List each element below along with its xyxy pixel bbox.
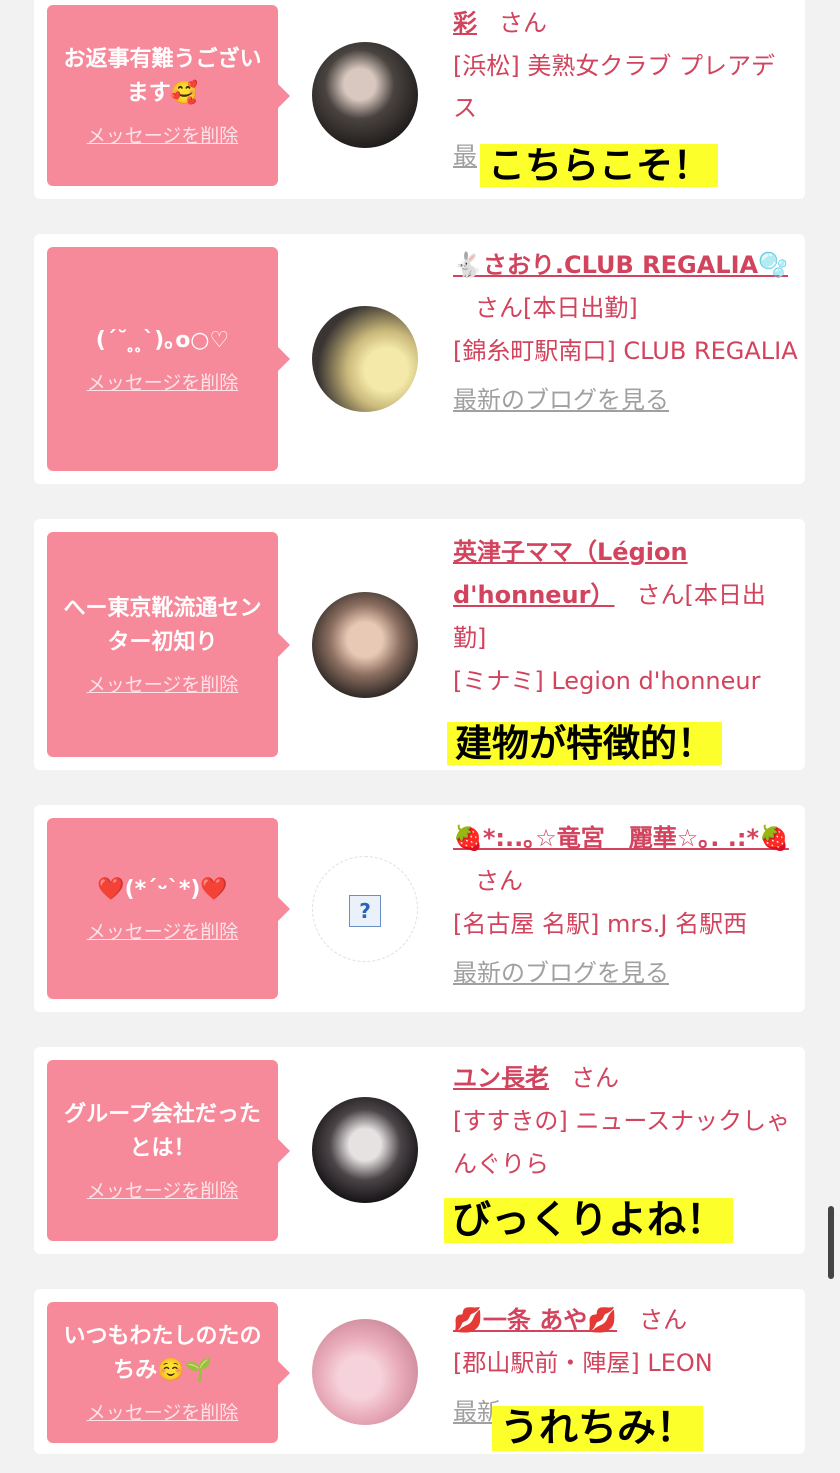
message-card: ❤️(*ˊᵕˋ*)❤️ メッセージを削除 ? 🍓*:..｡☆竜宮 麗華☆｡. .… — [34, 805, 805, 1012]
delete-message-link[interactable]: メッセージを削除 — [87, 368, 239, 395]
avatar[interactable] — [312, 592, 418, 698]
delete-message-link[interactable]: メッセージを削除 — [87, 1176, 239, 1203]
message-bubble: グループ会社だったとは！ メッセージを削除 — [47, 1060, 290, 1241]
delete-message-link[interactable]: メッセージを削除 — [87, 670, 239, 697]
profile-info: ユン長老 さん [すすきの] ニュースナックしゃんぐりら — [453, 1057, 798, 1186]
avatar[interactable] — [312, 306, 418, 412]
shop-info: [名古屋 名駅] mrs.J 名駅西 — [453, 910, 748, 938]
shop-info: [錦糸町駅南口] CLUB REGALIA — [453, 337, 798, 365]
caption-overlay: うれちみ！ — [492, 1406, 704, 1451]
honorific: さん — [571, 1064, 619, 1092]
message-card: グループ会社だったとは！ メッセージを削除 ユン長老 さん [すすきの] ニュース… — [34, 1047, 805, 1254]
latest-blog-link[interactable]: 最新のブログを見る — [453, 386, 669, 414]
avatar[interactable] — [312, 1319, 418, 1425]
status-tag: [本日出勤] — [523, 294, 638, 322]
profile-info: 英津子ママ（Légion d'honneur） さん[本日出勤] [ミナミ] Le… — [453, 531, 798, 703]
profile-info: 🐇さおり.CLUB REGALIA🫧 さん[本日出勤] [錦糸町駅南口] CLUB… — [453, 244, 798, 422]
message-bubble: ❤️(*ˊᵕˋ*)❤️ メッセージを削除 — [47, 818, 290, 999]
honorific: さん — [499, 9, 547, 37]
profile-name-link[interactable]: 🍓*:..｡☆竜宮 麗華☆｡. .:*🍓 — [453, 824, 789, 852]
honorific: さん — [639, 1306, 688, 1334]
profile-info: 🍓*:..｡☆竜宮 麗華☆｡. .:*🍓 さん [名古屋 名駅] mrs.J 名駅… — [453, 817, 798, 995]
message-card: いつもわたしのたのちみ☺️🌱 メッセージを削除 💋一条 あや💋 さん [郡山駅前・… — [34, 1289, 805, 1454]
message-bubble: (ˊ˘ ̥ ̥ˋ)｡o○♡ メッセージを削除 — [47, 247, 290, 471]
caption-overlay: こちらこそ！ — [480, 144, 718, 187]
latest-blog-link[interactable]: 最新のブログを見る — [453, 959, 669, 987]
message-text: へー東京靴流通センター初知り — [63, 596, 262, 655]
delete-message-link[interactable]: メッセージを削除 — [87, 121, 239, 148]
shop-info: [ミナミ] Legion d'honneur — [453, 667, 761, 695]
message-card: お返事有難うございます🥰 メッセージを削除 彩さん [浜松] 美熟女クラブ プレ… — [34, 0, 805, 199]
caption-overlay: びっくりよね！ — [444, 1198, 734, 1243]
avatar[interactable] — [312, 1097, 418, 1203]
profile-name-link[interactable]: ユン長老 — [453, 1064, 549, 1092]
latest-blog-link[interactable]: 最 — [453, 142, 477, 170]
shop-info: [郡山駅前・陣屋] LEON — [453, 1349, 713, 1377]
caption-overlay: 建物が特徴的！ — [447, 722, 722, 765]
delete-message-link[interactable]: メッセージを削除 — [87, 917, 239, 944]
scrollbar[interactable] — [828, 1206, 834, 1279]
message-text: お返事有難うございます🥰 — [63, 47, 262, 106]
broken-image-icon: ? — [349, 895, 381, 927]
message-text: グループ会社だったとは！ — [64, 1102, 261, 1161]
message-text: (ˊ˘ ̥ ̥ˋ)｡o○♡ — [95, 327, 230, 353]
honorific: さん — [475, 867, 523, 895]
message-bubble: お返事有難うございます🥰 メッセージを削除 — [47, 5, 290, 186]
avatar[interactable]: ? — [312, 856, 418, 962]
message-card: へー東京靴流通センター初知り メッセージを削除 英津子ママ（Légion d'h… — [34, 519, 805, 770]
shop-info: [浜松] 美熟女クラブ プレアデス — [453, 52, 775, 122]
avatar[interactable] — [312, 42, 418, 148]
message-text: いつもわたしのたのちみ☺️🌱 — [63, 1324, 262, 1383]
honorific: さん — [636, 581, 685, 609]
message-bubble: へー東京靴流通センター初知り メッセージを削除 — [47, 532, 290, 757]
message-bubble: いつもわたしのたのちみ☺️🌱 メッセージを削除 — [47, 1302, 290, 1443]
message-text: ❤️(*ˊᵕˋ*)❤️ — [97, 877, 228, 902]
honorific: さん — [475, 294, 523, 322]
delete-message-link[interactable]: メッセージを削除 — [87, 1398, 239, 1425]
profile-name-link[interactable]: 💋一条 あや💋 — [453, 1306, 617, 1334]
shop-info: [すすきの] ニュースナックしゃんぐりら — [453, 1107, 791, 1178]
profile-name-link[interactable]: 彩 — [453, 9, 477, 37]
profile-name-link[interactable]: 🐇さおり.CLUB REGALIA🫧 — [453, 251, 788, 279]
message-card: (ˊ˘ ̥ ̥ˋ)｡o○♡ メッセージを削除 🐇さおり.CLUB REGALIA… — [34, 234, 805, 484]
